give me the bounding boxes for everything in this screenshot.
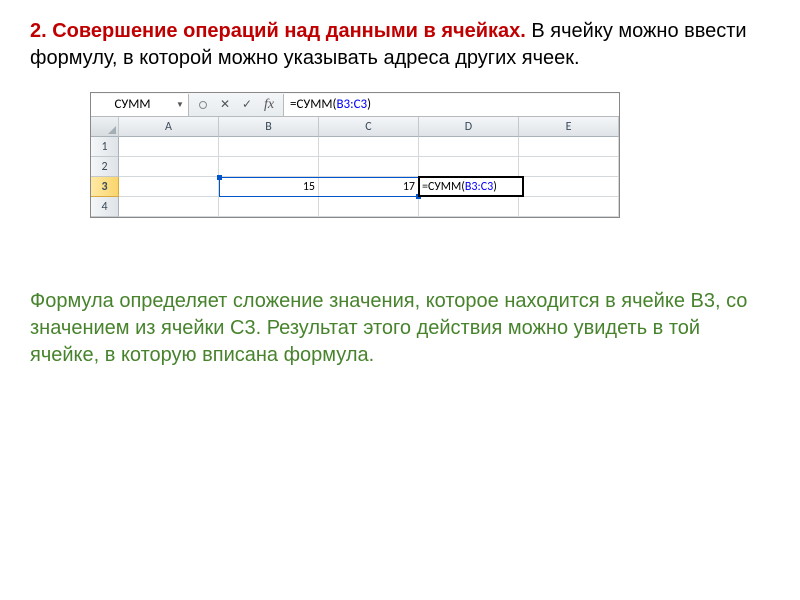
- cell-A3[interactable]: [119, 177, 219, 197]
- spreadsheet-grid: A B C D E 1 2 3 15 17: [91, 117, 619, 217]
- col-header-C[interactable]: C: [319, 117, 419, 137]
- col-header-D[interactable]: D: [419, 117, 519, 137]
- excel-screenshot: СУММ ▼ ✕ ✓ fx =СУММ(B3:C3) A B C D E 1: [90, 92, 620, 218]
- selection-handle-br: [416, 194, 421, 199]
- col-header-A[interactable]: A: [119, 117, 219, 137]
- cell-A2[interactable]: [119, 157, 219, 177]
- cell-B1[interactable]: [219, 137, 319, 157]
- cell-D1[interactable]: [419, 137, 519, 157]
- cell-D3[interactable]: [419, 177, 519, 197]
- col-header-B[interactable]: B: [219, 117, 319, 137]
- row-header-3[interactable]: 3: [91, 177, 119, 197]
- formula-suffix: ): [367, 97, 371, 112]
- formula-arg: B3:C3: [336, 97, 367, 112]
- cell-B2[interactable]: [219, 157, 319, 177]
- col-header-E[interactable]: E: [519, 117, 619, 137]
- row-header-2[interactable]: 2: [91, 157, 119, 177]
- name-box-dropdown-icon[interactable]: ▼: [174, 97, 186, 113]
- formula-bar-buttons: ✕ ✓ fx: [189, 96, 283, 114]
- slide-heading: 2. Совершение операций над данными в яче…: [30, 18, 770, 72]
- slide-caption: Формула определяет сложение значения, ко…: [30, 288, 770, 369]
- row-header-1[interactable]: 1: [91, 137, 119, 157]
- name-box-value: СУММ: [114, 97, 150, 112]
- name-box[interactable]: СУММ ▼: [91, 94, 189, 116]
- fx-icon[interactable]: fx: [259, 96, 279, 114]
- cell-C2[interactable]: [319, 157, 419, 177]
- cell-B3[interactable]: 15: [219, 177, 319, 197]
- select-all-corner[interactable]: [91, 117, 119, 137]
- cell-E3[interactable]: [519, 177, 619, 197]
- cell-B4[interactable]: [219, 197, 319, 217]
- row-header-4[interactable]: 4: [91, 197, 119, 217]
- cell-C3[interactable]: 17: [319, 177, 419, 197]
- heading-title: 2. Совершение операций над данными в яче…: [30, 20, 526, 42]
- cell-A4[interactable]: [119, 197, 219, 217]
- enter-icon[interactable]: ✓: [237, 96, 257, 114]
- cell-D4[interactable]: [419, 197, 519, 217]
- cell-E2[interactable]: [519, 157, 619, 177]
- formula-bar: СУММ ▼ ✕ ✓ fx =СУММ(B3:C3): [91, 93, 619, 117]
- formula-input[interactable]: =СУММ(B3:C3): [283, 94, 619, 116]
- cell-E4[interactable]: [519, 197, 619, 217]
- cell-C4[interactable]: [319, 197, 419, 217]
- formula-prefix: =СУММ(: [290, 97, 336, 112]
- selection-handle-tl: [217, 175, 222, 180]
- cell-E1[interactable]: [519, 137, 619, 157]
- expand-icon[interactable]: [193, 96, 213, 114]
- cell-D2[interactable]: [419, 157, 519, 177]
- cell-C1[interactable]: [319, 137, 419, 157]
- cancel-icon[interactable]: ✕: [215, 96, 235, 114]
- cell-A1[interactable]: [119, 137, 219, 157]
